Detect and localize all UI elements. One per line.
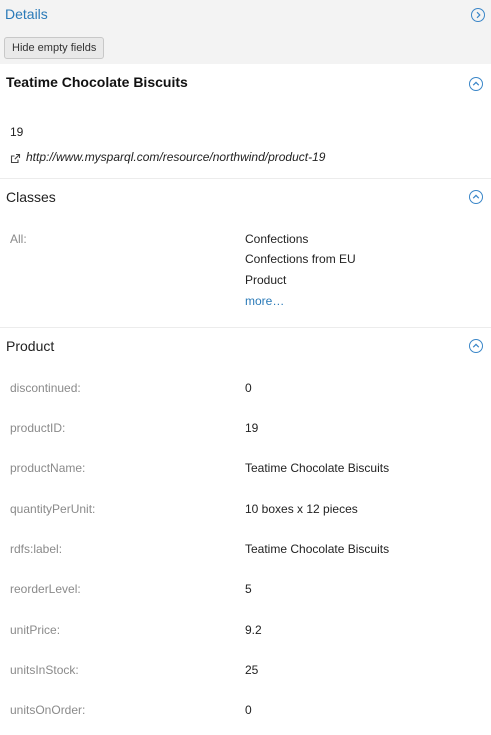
field-label-unitsinstock: unitsInStock: <box>10 663 79 677</box>
field-label-rdfs-label: rdfs:label: <box>10 542 63 556</box>
chevron-up-circle-icon[interactable] <box>469 77 483 91</box>
details-title[interactable]: Details <box>5 6 48 22</box>
more-classes-link[interactable]: more… <box>245 294 284 308</box>
resource-id-value: 19 <box>10 125 24 139</box>
product-section-title: Product <box>6 338 55 354</box>
class-item[interactable]: Confections from EU <box>245 252 356 266</box>
chevron-up-circle-icon[interactable] <box>469 339 483 353</box>
field-label-quantityperunit: quantityPerUnit: <box>10 502 96 516</box>
field-label-productid: productID: <box>10 421 66 435</box>
external-link-icon[interactable] <box>10 151 21 164</box>
class-item[interactable]: Confections <box>245 232 308 246</box>
field-label-discontinued: discontinued: <box>10 381 81 395</box>
chevron-right-circle-icon[interactable] <box>471 8 485 22</box>
section-divider <box>0 178 491 179</box>
field-value-rdfs-label: Teatime Chocolate Biscuits <box>245 542 390 556</box>
field-label-unitsonorder: unitsOnOrder: <box>10 703 86 717</box>
hide-empty-fields-button[interactable]: Hide empty fields <box>4 37 105 59</box>
class-item[interactable]: Product <box>245 273 286 287</box>
resource-uri-link[interactable]: http://www.mysparql.com/resource/northwi… <box>26 150 325 164</box>
field-value-unitsinstock: 25 <box>245 663 259 677</box>
field-label-unitprice: unitPrice: <box>10 623 61 637</box>
field-value-reorderlevel: 5 <box>245 582 252 596</box>
chevron-up-circle-icon[interactable] <box>469 190 483 204</box>
field-value-productname: Teatime Chocolate Biscuits <box>245 461 390 475</box>
resource-title: Teatime Chocolate Biscuits <box>6 74 188 90</box>
section-divider <box>0 327 491 328</box>
field-label-productname: productName: <box>10 461 86 475</box>
field-label-reorderlevel: reorderLevel: <box>10 582 81 596</box>
classes-all-label: All: <box>10 232 27 246</box>
field-value-unitprice: 9.2 <box>245 623 262 637</box>
classes-section-title: Classes <box>6 189 56 205</box>
field-value-productid: 19 <box>245 421 259 435</box>
field-value-unitsonorder: 0 <box>245 703 252 717</box>
field-value-quantityperunit: 10 boxes x 12 pieces <box>245 502 358 516</box>
field-value-discontinued: 0 <box>245 381 252 395</box>
